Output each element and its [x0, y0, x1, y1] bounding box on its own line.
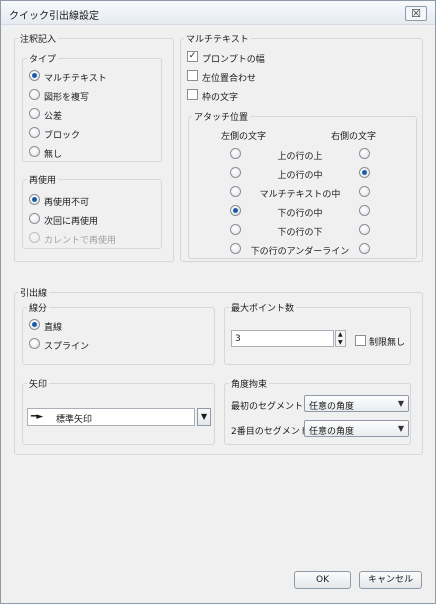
title-bar: クイック引出線設定 ☒ — [1, 1, 435, 25]
arrow-dropdown-button[interactable]: ▼ — [197, 408, 211, 426]
leader-group-label: 引出線 — [18, 286, 50, 299]
line-group-label: 線分 — [27, 301, 50, 314]
line-option-label: 直線 — [44, 323, 63, 333]
line-group — [22, 307, 215, 365]
arrow-value: 標準矢印 — [56, 415, 93, 425]
type-option-label: マルチテキスト — [44, 74, 107, 84]
attach-right-radio[interactable] — [359, 167, 370, 178]
attach-right-radio[interactable] — [359, 243, 370, 254]
unlimited-checkbox[interactable] — [355, 335, 366, 346]
attach-row-label: 下の行の下 — [277, 228, 323, 238]
attach-row-label: マルチテキストの中 — [259, 190, 341, 200]
window-title: クイック引出線設定 — [9, 11, 99, 22]
attach-right-radio[interactable] — [359, 224, 370, 235]
arrow-group-label: 矢印 — [27, 377, 50, 390]
attach-row-label: 下の行のアンダーライン — [250, 247, 350, 257]
spinner-up-icon[interactable]: ▲ — [338, 331, 343, 338]
maxpoints-input[interactable]: 3 — [231, 330, 334, 347]
angle-first-select[interactable]: 任意の角度 ▼ — [304, 395, 409, 412]
reuse-option-label: 次回に再使用 — [44, 217, 99, 227]
attach-left-radio[interactable] — [230, 243, 241, 254]
reuse-radio — [29, 232, 40, 243]
angle-second-select[interactable]: 任意の角度 ▼ — [304, 420, 409, 437]
attach-left-radio[interactable] — [230, 186, 241, 197]
mtext-checkbox[interactable]: ✓ — [187, 51, 198, 62]
type-option-label: 無し — [44, 150, 63, 160]
attach-left-radio[interactable] — [230, 205, 241, 216]
arrow-select[interactable]: ━► 標準矢印 — [27, 408, 195, 426]
type-option-label: ブロック — [44, 131, 81, 141]
unlimited-label: 制限無し — [369, 338, 406, 348]
type-radio[interactable] — [29, 70, 40, 81]
attach-right-radio[interactable] — [359, 148, 370, 159]
type-radio[interactable] — [29, 146, 40, 157]
line-radio[interactable] — [29, 338, 40, 349]
attach-row-label: 上の行の上 — [277, 152, 323, 162]
angle-group-label: 角度拘束 — [229, 377, 270, 390]
type-group-label: タイプ — [27, 52, 59, 65]
angle-first-value: 任意の角度 — [309, 402, 355, 412]
close-icon: ☒ — [411, 7, 421, 20]
spinner-down-icon[interactable]: ▼ — [338, 339, 343, 346]
reuse-radio[interactable] — [29, 194, 40, 205]
reuse-option-label: 再使用不可 — [44, 198, 90, 208]
attach-left-header: 左側の文字 — [221, 132, 267, 142]
maxpoints-value: 3 — [235, 334, 241, 344]
line-radio[interactable] — [29, 319, 40, 330]
attach-left-radio[interactable] — [230, 224, 241, 235]
arrow-preview-icon: ━► — [31, 412, 44, 422]
attach-row-label: 上の行の中 — [277, 171, 323, 181]
type-radio[interactable] — [29, 108, 40, 119]
chevron-down-icon: ▼ — [397, 424, 404, 433]
attach-left-radio[interactable] — [230, 148, 241, 159]
type-radio[interactable] — [29, 127, 40, 138]
type-option-label: 図形を複写 — [44, 93, 90, 103]
type-radio[interactable] — [29, 89, 40, 100]
close-button[interactable]: ☒ — [405, 6, 427, 21]
ok-button[interactable]: OK — [294, 571, 351, 589]
reuse-option-label: カレントで再使用 — [44, 236, 117, 246]
annotation-group-label: 注釈記入 — [18, 32, 59, 45]
cancel-button[interactable]: キャンセル — [359, 571, 422, 589]
attach-right-radio[interactable] — [359, 186, 370, 197]
attach-right-header: 右側の文字 — [331, 132, 377, 142]
angle-second-label: 2番目のセグメント — [231, 427, 309, 437]
mtext-group-label: マルチテキスト — [184, 32, 251, 45]
reuse-group-label: 再使用 — [27, 173, 59, 186]
angle-first-label: 最初のセグメント — [231, 402, 304, 412]
mtext-check-label: プロンプトの幅 — [202, 55, 265, 65]
line-option-label: スプライン — [44, 342, 90, 352]
mtext-check-label: 枠の文字 — [202, 93, 239, 103]
mtext-checkbox[interactable] — [187, 70, 198, 81]
maxpoints-group-label: 最大ポイント数 — [229, 301, 297, 314]
attach-right-radio[interactable] — [359, 205, 370, 216]
chevron-down-icon: ▼ — [201, 412, 208, 421]
dialog-window: クイック引出線設定 ☒ 注釈記入 タイプ マルチテキスト 図形を複写 公差 ブロック無… — [0, 0, 436, 604]
mtext-checkbox[interactable] — [187, 89, 198, 100]
type-option-label: 公差 — [44, 112, 63, 122]
mtext-check-label: 左位置合わせ — [202, 74, 257, 84]
attach-row-label: 下の行の中 — [277, 209, 323, 219]
maxpoints-spinner[interactable]: ▲ ▼ — [335, 330, 346, 347]
attach-left-radio[interactable] — [230, 167, 241, 178]
attach-group-label: アタッチ位置 — [192, 110, 251, 123]
angle-second-value: 任意の角度 — [309, 427, 355, 437]
chevron-down-icon: ▼ — [397, 399, 404, 408]
reuse-radio[interactable] — [29, 213, 40, 224]
